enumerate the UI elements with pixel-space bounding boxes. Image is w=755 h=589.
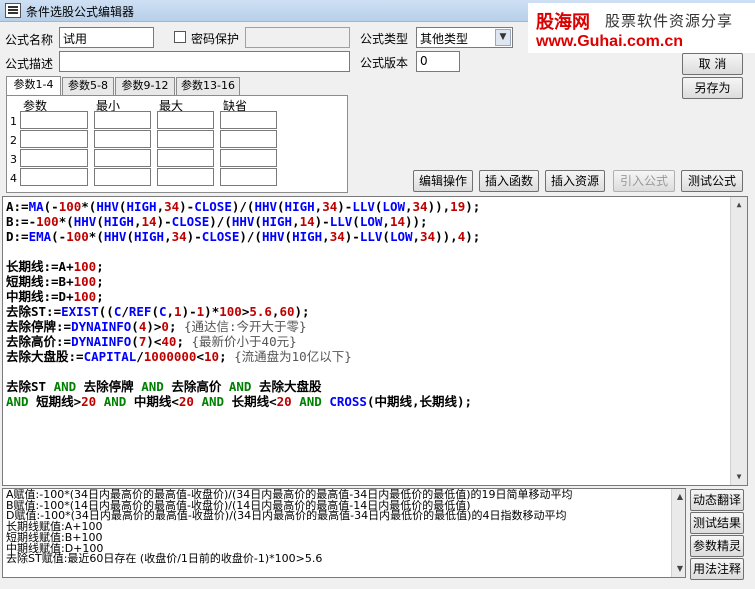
param-row-num: 1 bbox=[10, 115, 17, 128]
code-line: 去除ST AND 去除停牌 AND 去除高价 AND 去除大盘股 bbox=[6, 379, 322, 394]
formula-type-value: 其他类型 bbox=[420, 32, 469, 46]
formula-name-label: 公式名称 bbox=[5, 33, 54, 47]
cancel-button[interactable]: 取 消 bbox=[682, 53, 743, 75]
tab-params-1-4[interactable]: 参数1-4 bbox=[6, 76, 61, 96]
code-line: 中期线:=D+100; bbox=[6, 289, 104, 304]
translation-output: A赋值:-100*(34日内最高价的最高值-收盘价)/(34日内最高价的最高值-… bbox=[2, 488, 686, 578]
param3-name[interactable] bbox=[20, 149, 88, 167]
watermark-slogan: 股票软件资源分享 bbox=[605, 12, 734, 30]
param1-max[interactable] bbox=[157, 111, 214, 129]
save-as-button[interactable]: 另存为 bbox=[682, 77, 743, 99]
output-line: 长期线赋值:A+100 bbox=[6, 520, 103, 534]
code-line: B:=-100*(HHV(HIGH,14)-CLOSE)/(HHV(HIGH,1… bbox=[6, 214, 428, 229]
scroll-down-icon[interactable]: ▼ bbox=[672, 561, 685, 577]
editor-scrollbar[interactable]: ▲ ▼ bbox=[730, 197, 747, 485]
test-result-button[interactable]: 测试结果 bbox=[690, 512, 744, 534]
code-line: 长期线:=A+100; bbox=[6, 259, 104, 274]
param4-min[interactable] bbox=[94, 168, 151, 186]
param1-name[interactable] bbox=[20, 111, 88, 129]
scroll-up-icon[interactable]: ▲ bbox=[672, 489, 685, 505]
formula-type-label: 公式类型 bbox=[360, 32, 409, 46]
formula-desc-label: 公式描述 bbox=[5, 57, 54, 71]
password-input[interactable] bbox=[245, 27, 350, 48]
param-row-num: 4 bbox=[10, 172, 17, 185]
formula-name-input[interactable]: 试用 bbox=[59, 27, 154, 48]
param-row-num: 2 bbox=[10, 134, 17, 147]
translation-lines: A赋值:-100*(34日内最高价的最高值-收盘价)/(34日内最高价的最高值-… bbox=[6, 489, 682, 566]
formula-code: A:=MA(-100*(HHV(HIGH,34)-CLOSE)/(HHV(HIG… bbox=[6, 199, 744, 409]
param3-min[interactable] bbox=[94, 149, 151, 167]
watermark-logo: 股海网 股票软件资源分享 www.Guhai.com.cn bbox=[528, 3, 755, 53]
scroll-up-icon[interactable]: ▲ bbox=[731, 197, 747, 213]
param1-min[interactable] bbox=[94, 111, 151, 129]
formula-editor[interactable]: A:=MA(-100*(HHV(HIGH,34)-CLOSE)/(HHV(HIG… bbox=[2, 196, 748, 486]
param3-max[interactable] bbox=[157, 149, 214, 167]
param2-default[interactable] bbox=[220, 130, 277, 148]
output-scrollbar[interactable]: ▲ ▼ bbox=[671, 489, 685, 577]
param-row-num: 3 bbox=[10, 153, 17, 166]
code-line: 去除大盘股:=CAPITAL/1000000<10; {流通盘为10亿以下} bbox=[6, 349, 352, 364]
tab-params-13-16[interactable]: 参数13-16 bbox=[176, 77, 240, 95]
tab-params-9-12[interactable]: 参数9-12 bbox=[115, 77, 175, 95]
output-line: 短期线赋值:B+100 bbox=[6, 530, 103, 544]
password-label: 密码保护 bbox=[191, 32, 240, 46]
code-line: 去除停牌:=DYNAINFO(4)>0; {通达信:今开大于零} bbox=[6, 319, 307, 334]
param3-default[interactable] bbox=[220, 149, 277, 167]
code-line: A:=MA(-100*(HHV(HIGH,34)-CLOSE)/(HHV(HIG… bbox=[6, 199, 481, 214]
window-title: 条件选股公式编辑器 bbox=[26, 5, 135, 19]
usage-notes-button[interactable]: 用法注释 bbox=[690, 558, 744, 580]
dynamic-translate-button[interactable]: 动态翻译 bbox=[690, 489, 744, 511]
test-formula-button[interactable]: 测试公式 bbox=[681, 170, 743, 192]
param4-default[interactable] bbox=[220, 168, 277, 186]
scroll-down-icon[interactable]: ▼ bbox=[731, 469, 747, 485]
formula-version-input[interactable]: 0 bbox=[416, 51, 460, 72]
formula-type-select[interactable]: 其他类型 ▼ bbox=[416, 27, 513, 48]
code-line: 短期线:=B+100; bbox=[6, 274, 104, 289]
edit-ops-button[interactable]: 编辑操作 bbox=[413, 170, 473, 192]
param4-max[interactable] bbox=[157, 168, 214, 186]
watermark-brand: 股海网 bbox=[536, 12, 590, 33]
password-checkbox[interactable] bbox=[174, 31, 186, 43]
insert-func-button[interactable]: 插入函数 bbox=[479, 170, 539, 192]
import-formula-button[interactable]: 引入公式 bbox=[613, 170, 675, 192]
formula-desc-input[interactable] bbox=[59, 51, 350, 72]
chevron-down-icon: ▼ bbox=[495, 29, 511, 46]
insert-resource-button[interactable]: 插入资源 bbox=[545, 170, 605, 192]
param2-name[interactable] bbox=[20, 130, 88, 148]
param4-name[interactable] bbox=[20, 168, 88, 186]
code-line: AND 短期线>20 AND 中期线<20 AND 长期线<20 AND CRO… bbox=[6, 394, 473, 409]
param2-max[interactable] bbox=[157, 130, 214, 148]
formula-version-label: 公式版本 bbox=[360, 56, 409, 70]
code-line: 去除ST:=EXIST((C/REF(C,1)-1)*100>5.6,60); bbox=[6, 304, 310, 319]
code-line: 去除高价:=DYNAINFO(7)<40; {最新价小于40元} bbox=[6, 334, 297, 349]
app-icon bbox=[5, 3, 21, 18]
watermark-url: www.Guhai.com.cn bbox=[536, 33, 683, 50]
output-line: 去除ST赋值:最近60日存在 (收盘价/1日前的收盘价-1)*100>5.6 bbox=[6, 552, 323, 566]
code-line: D:=EMA(-100*(HHV(HIGH,34)-CLOSE)/(HHV(HI… bbox=[6, 229, 481, 244]
param1-default[interactable] bbox=[220, 111, 277, 129]
output-line: D赋值:-100*(34日内最高价的最高值-收盘价)/(34日内最高价的最高值-… bbox=[6, 509, 567, 523]
tab-params-5-8[interactable]: 参数5-8 bbox=[62, 77, 114, 95]
param2-min[interactable] bbox=[94, 130, 151, 148]
param-tips-button[interactable]: 参数精灵 bbox=[690, 535, 744, 557]
